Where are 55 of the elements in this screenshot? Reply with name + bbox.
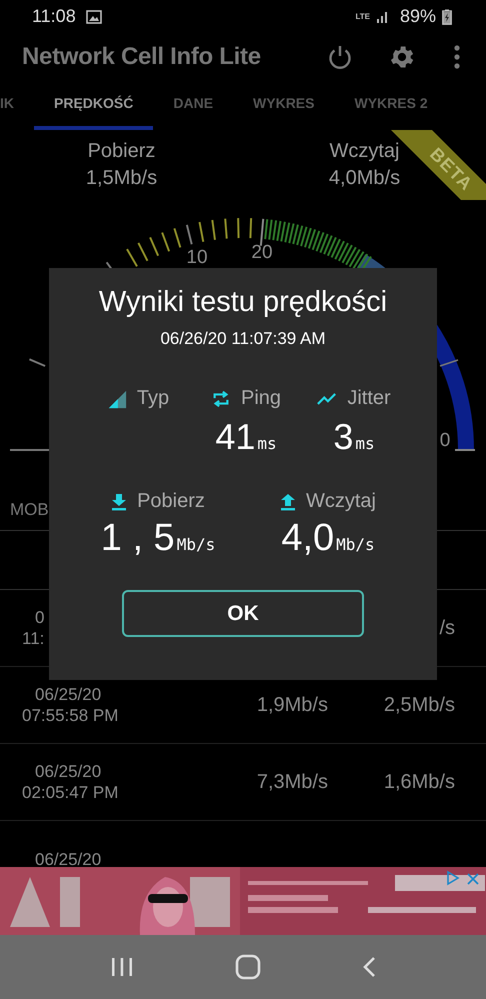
gauge-label: 0: [440, 430, 450, 451]
speed-label: Pobierz: [137, 490, 205, 513]
metric-value: 41 ms: [215, 416, 277, 458]
status-time: 11:08: [32, 6, 76, 27]
trend-icon: [317, 391, 338, 406]
summary-value: 1,5Mb/s: [86, 167, 158, 190]
repeat-icon: [210, 388, 231, 408]
table-cell-text: 02:05:47 PM: [21, 782, 120, 803]
speed-value: 1 , 5 Mb/s: [100, 517, 216, 560]
dialog-title: Wyniki testu prędkości: [98, 286, 388, 319]
table-cell-text: 0: [34, 607, 46, 628]
battery-icon: [442, 8, 452, 24]
dialog-timestamp: 06/26/20 11:07:39 AM: [160, 329, 326, 349]
table-cell: 1,6Mb/s: [384, 770, 455, 792]
summary-label: Pobierz: [88, 140, 156, 163]
recent-apps-icon[interactable]: [110, 957, 134, 977]
download-icon: [111, 492, 128, 510]
metric-label: Typ: [136, 387, 170, 410]
gauge-label: 10: [186, 247, 208, 268]
signal-icon: [376, 10, 390, 22]
image-icon: [86, 10, 102, 24]
app-title: Network Cell Info Lite: [22, 42, 261, 70]
back-icon[interactable]: [362, 956, 376, 978]
ok-button[interactable]: OK: [122, 590, 364, 637]
table-cell-text: 11:: [21, 628, 46, 649]
table-cell-text: 06/25/20: [34, 848, 102, 867]
table-cell: 2,5Mb/s: [384, 694, 455, 716]
table-cell-text: 06/25/20: [34, 684, 102, 705]
table-cell: 1,9Mb/s: [256, 694, 328, 716]
tab[interactable]: IK: [0, 80, 34, 130]
gauge-label: 20: [251, 242, 273, 263]
section-label: MOB: [10, 500, 49, 520]
table-cell: 7,3Mb/s: [256, 770, 328, 792]
summary-label: Wczytaj: [330, 140, 400, 163]
tab[interactable]: WYKRES 2: [334, 80, 448, 130]
metric-label: Jitter: [347, 387, 391, 410]
tab[interactable]: DANE: [153, 80, 234, 130]
battery-percent: 89%: [400, 6, 436, 27]
network-type: LTE: [355, 12, 370, 21]
speed-label: Wczytaj: [306, 490, 376, 513]
table-cell-text: 07:55:58 PM: [21, 705, 120, 726]
home-icon[interactable]: [234, 954, 261, 980]
tab[interactable]: WYKRES: [233, 80, 334, 130]
summary-value: 4,0Mb/s: [328, 167, 400, 190]
close-icon[interactable]: [466, 872, 480, 886]
metric-label: Ping: [240, 387, 282, 410]
ad-choices-icon[interactable]: [446, 870, 460, 886]
table-cell: /s: [439, 616, 455, 638]
more-icon: [454, 44, 460, 68]
upload-icon: [280, 492, 296, 510]
tab[interactable]: PRĘDKOŚĆ: [34, 80, 154, 130]
signal-icon: [106, 388, 127, 408]
metric-value: 3 ms: [333, 416, 375, 458]
table-cell-text: 06/25/20: [34, 761, 102, 782]
speed-value: 4,0 Mb/s: [281, 517, 375, 560]
